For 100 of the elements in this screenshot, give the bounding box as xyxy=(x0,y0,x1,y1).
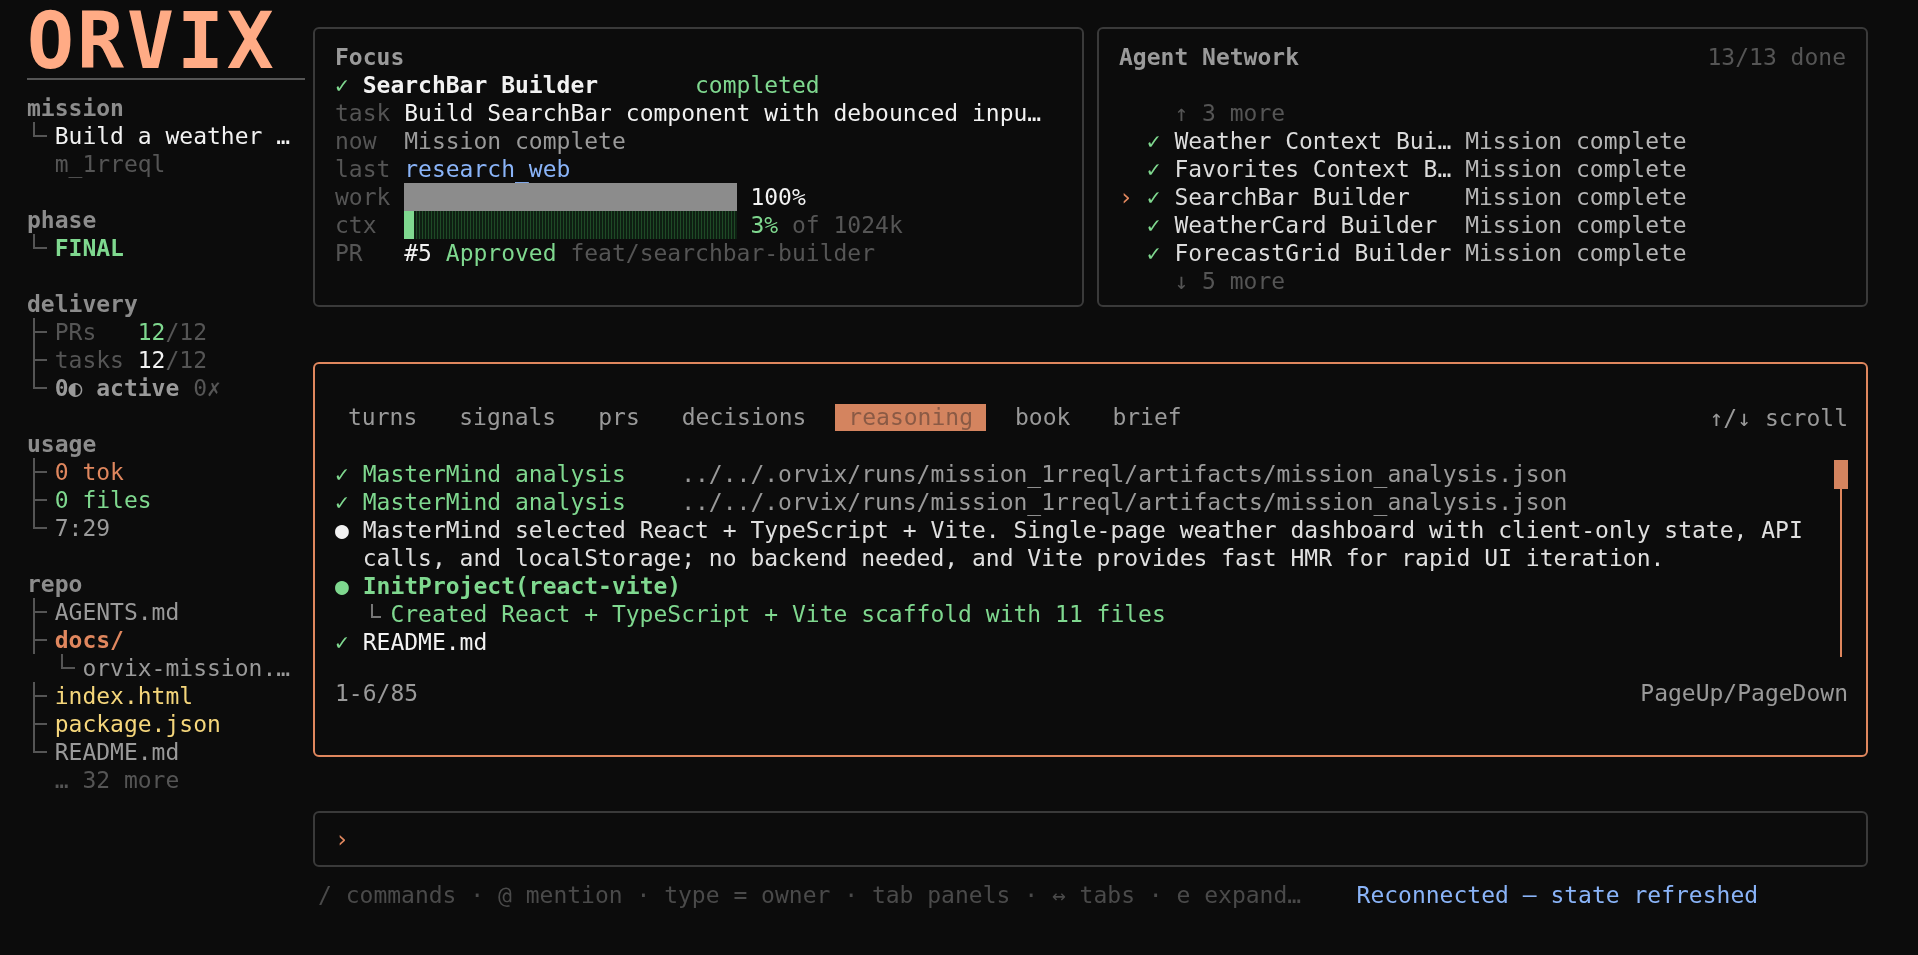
check-icon: ✓ xyxy=(335,460,363,488)
section-title: phase xyxy=(27,206,97,234)
entry-title: README.md xyxy=(362,628,489,656)
connection-status: Reconnected — state refreshed xyxy=(1356,881,1759,909)
sidebar-text: 0 files xyxy=(54,486,152,514)
sidebar-text: 0✗ xyxy=(193,374,221,402)
section-title: delivery xyxy=(27,290,138,318)
sidebar-text: orvix-mission.… xyxy=(82,654,291,682)
agent-name: SearchBar Builder xyxy=(1174,183,1411,211)
sidebar-text: FINAL xyxy=(54,234,124,262)
tab[interactable]: brief xyxy=(1099,404,1195,431)
sidebar-text: Build a weather … xyxy=(54,122,291,150)
section-title: repo xyxy=(27,570,83,598)
tree-connector xyxy=(60,654,75,670)
field-value: feat/searchbar-builder xyxy=(570,240,876,266)
field-label: now xyxy=(335,127,378,155)
entry-result: Created React + TypeScript + Vite scaffold with 11 files xyxy=(390,600,1166,628)
scroll-hint: ↑/↓ scroll xyxy=(1709,403,1848,432)
command-input[interactable]: › xyxy=(313,811,1868,867)
agent-name: SearchBar Builder xyxy=(362,71,600,99)
field-label: task xyxy=(335,99,392,127)
sidebar-text: … 32 more xyxy=(54,766,180,794)
status-text: Mission complete xyxy=(1465,239,1687,267)
sidebar-text: docs/ xyxy=(54,626,124,654)
field-label: ctx xyxy=(335,211,378,239)
summary-text: 13/13 done xyxy=(1707,43,1846,71)
tree-connector xyxy=(370,604,381,618)
tree-connector xyxy=(33,626,47,654)
tree-connector xyxy=(33,598,47,626)
tab[interactable]: decisions xyxy=(668,404,820,431)
file-path: ../../.orvix/runs/mission_1rreql/artifacts/mission_analysis.json xyxy=(681,488,1568,516)
panel-title: Focus xyxy=(335,43,406,71)
check-icon: ✓ xyxy=(335,628,363,656)
field-label: work xyxy=(335,183,392,211)
bullet-icon: ● xyxy=(335,572,363,628)
check-icon: ✓ xyxy=(335,488,363,516)
sidebar-text: index.html xyxy=(54,682,194,710)
entry-text: MasterMind selected React + TypeScript + Vite. Single-page weather dashboard with client-only state, API calls, and localStorage; no backend needed, and Vite provides fast HMR for rapid UI iteration. xyxy=(362,516,1804,572)
agent-name: WeatherCard Builder xyxy=(1174,211,1439,239)
entry-title: MasterMind analysis xyxy=(362,460,627,488)
paging-hint: PageUp/PageDown xyxy=(1640,679,1848,707)
agent-name: Favorites Context B… xyxy=(1174,155,1453,183)
prompt-icon: › xyxy=(335,825,349,853)
bullet-icon: ● xyxy=(335,516,363,572)
check-icon: ✓ xyxy=(1146,127,1175,155)
field-value: #5 xyxy=(404,240,432,266)
sidebar-text: AGENTS.md xyxy=(54,598,180,626)
status-text: Mission complete xyxy=(1465,211,1687,239)
stat-label: tasks xyxy=(54,346,125,374)
entry-title: MasterMind analysis xyxy=(362,488,627,516)
sidebar-text: /12 xyxy=(165,318,207,346)
field-value: Approved xyxy=(445,240,557,266)
field-label: last xyxy=(335,155,392,183)
tab[interactable]: book xyxy=(1002,404,1084,431)
check-icon: ✓ xyxy=(335,71,363,99)
app-logo: ORVIX xyxy=(27,10,277,72)
status-text: completed xyxy=(695,71,820,99)
keyboard-hints: / commands · @ mention · type = owner · tab panels · ↔ tabs · e expand… xyxy=(318,881,1302,909)
sidebar-text: 12 xyxy=(137,318,166,346)
status-text: Mission complete xyxy=(1465,127,1687,155)
field-value: 100% xyxy=(750,184,806,210)
status-text: Mission complete xyxy=(1465,155,1687,183)
sidebar-text: m_1rreql xyxy=(54,150,166,178)
sidebar-text: /12 xyxy=(165,346,207,374)
entry-title: InitProject(react-vite) xyxy=(362,572,683,600)
panel-title: Agent Network xyxy=(1119,43,1299,71)
tab[interactable]: turns xyxy=(335,404,431,431)
more-text: ↓ 5 more xyxy=(1174,267,1286,295)
field-value: of 1024k xyxy=(791,212,903,238)
field-value: research_web xyxy=(404,156,571,182)
tree-connector xyxy=(33,122,47,138)
more-text: ↑ 3 more xyxy=(1174,99,1286,127)
section-title: usage xyxy=(27,430,97,458)
field-label: PR xyxy=(335,239,364,267)
tree-connector xyxy=(33,682,47,710)
stat-label: PRs xyxy=(54,318,98,346)
sidebar-text: 7:29 xyxy=(54,514,111,542)
tab[interactable]: signals xyxy=(446,404,570,431)
tree-connector xyxy=(33,318,47,346)
sidebar-text: 0◐ active xyxy=(54,374,180,402)
sidebar-text: README.md xyxy=(54,738,180,766)
sidebar-text: package.json xyxy=(54,710,221,738)
sidebar-text: 12 xyxy=(137,346,166,374)
check-icon: ✓ xyxy=(1146,239,1175,267)
tab[interactable]: prs xyxy=(585,404,653,431)
field-value: Mission complete xyxy=(404,128,626,154)
section-title: mission xyxy=(27,94,124,122)
check-icon: ✓ xyxy=(1146,155,1175,183)
field-value: Build SearchBar component with debounced inpu… xyxy=(404,100,1042,126)
check-icon: ✓ xyxy=(1146,211,1175,239)
check-icon: ✓ xyxy=(1146,183,1175,211)
agent-name: Weather Context Bui… xyxy=(1174,127,1453,155)
sidebar-text: 0 tok xyxy=(54,458,124,486)
status-text: Mission complete xyxy=(1465,183,1687,211)
file-path: ../../.orvix/runs/mission_1rreql/artifacts/mission_analysis.json xyxy=(681,460,1568,488)
selection-marker: › xyxy=(1119,183,1134,211)
field-value: 3% xyxy=(750,212,779,238)
tree-connector xyxy=(33,234,47,250)
agent-name: ForecastGrid Builder xyxy=(1174,239,1453,267)
tree-connector xyxy=(33,458,47,486)
